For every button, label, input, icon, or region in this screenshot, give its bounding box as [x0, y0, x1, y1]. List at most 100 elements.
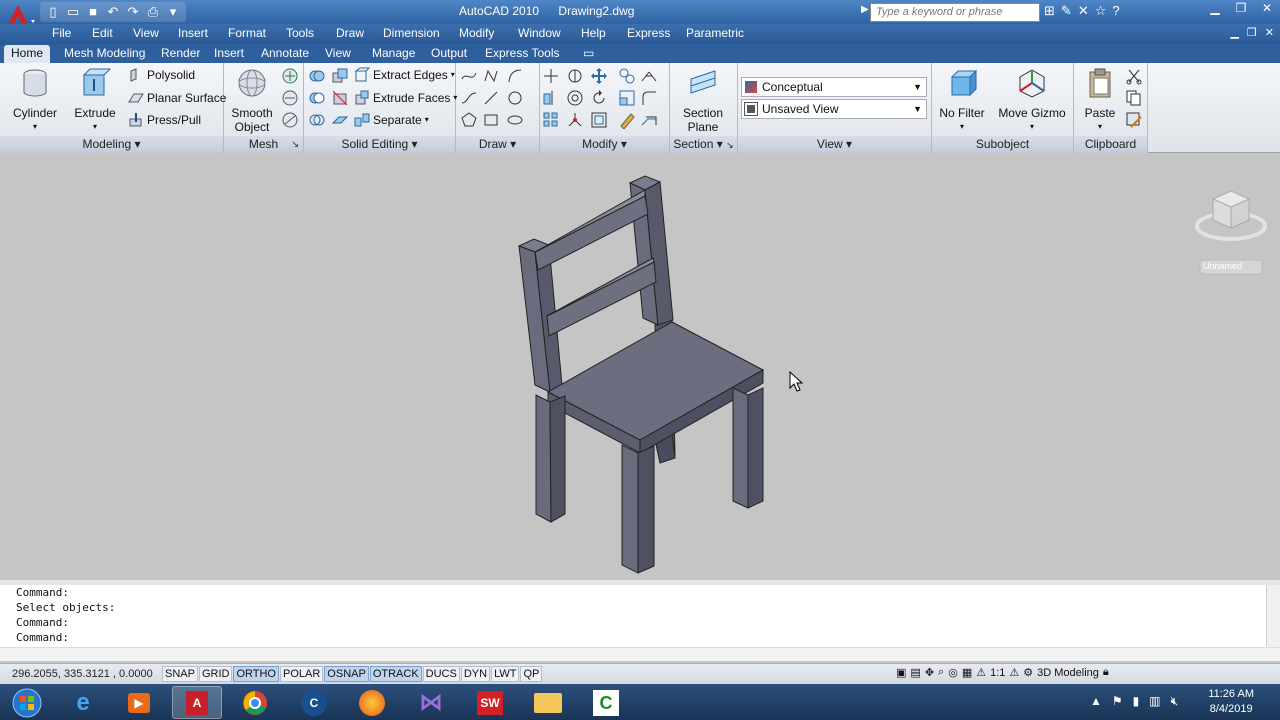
trim-icon[interactable] [640, 67, 658, 85]
cut-icon[interactable] [1125, 67, 1143, 85]
menu-modify[interactable]: Modify [459, 26, 494, 40]
line-icon[interactable] [482, 89, 500, 107]
tab-insert[interactable]: Insert [207, 45, 251, 63]
start-button[interactable] [2, 686, 52, 719]
toggle-polar[interactable]: POLAR [280, 666, 324, 682]
menu-format[interactable]: Format [228, 26, 266, 40]
ellipse-icon[interactable] [506, 111, 524, 129]
3d-polyline-icon[interactable] [482, 67, 500, 85]
menu-file[interactable]: File [52, 26, 71, 40]
search-expand-icon[interactable]: ▶ [861, 4, 869, 15]
minimize-button[interactable]: ▁ [1202, 0, 1228, 18]
move-gizmo-button[interactable]: Move Gizmo ▾ [996, 67, 1068, 134]
command-horizontal-scrollbar[interactable] [0, 647, 1280, 661]
plot-icon[interactable]: ⎙ [144, 3, 162, 21]
union-icon[interactable] [308, 67, 326, 85]
toggle-ortho[interactable]: ORTHO [233, 666, 279, 682]
polyline-icon[interactable] [460, 67, 478, 85]
toggle-qp[interactable]: QP [520, 666, 543, 682]
taskbar-chrome[interactable] [230, 686, 280, 719]
undo-icon[interactable]: ↶ [104, 3, 122, 21]
save-icon[interactable]: ■ [84, 3, 102, 21]
menu-express[interactable]: Express [627, 26, 670, 40]
steeringwheel-icon[interactable]: ◎ [948, 666, 958, 679]
tab-express-tools[interactable]: Express Tools [478, 45, 566, 63]
subtract-icon[interactable] [308, 89, 326, 107]
network-icon[interactable]: ▥ [1149, 694, 1160, 709]
model-space-icon[interactable]: ▣ [896, 666, 906, 679]
menu-dimension[interactable]: Dimension [383, 26, 440, 40]
tab-render[interactable]: Render [154, 45, 207, 63]
toggle-dyn[interactable]: DYN [460, 666, 491, 682]
search-input[interactable]: Type a keyword or phrase [870, 3, 1040, 22]
doc-restore-button[interactable]: ❐ [1247, 26, 1257, 39]
tab-mesh-modeling[interactable]: Mesh Modeling [57, 45, 152, 63]
named-view-dropdown[interactable]: Unsaved View ▼ [741, 99, 927, 119]
toggle-otrack[interactable]: OTRACK [369, 666, 422, 682]
tab-home[interactable]: Home [4, 45, 51, 63]
separate-button[interactable]: Separate ▾ [354, 110, 429, 130]
coordinates-readout[interactable]: 296.2055, 335.3121 , 0.0000 [12, 668, 153, 680]
mesh-smooth-less-icon[interactable] [281, 89, 299, 107]
layout-icon[interactable]: ▤ [910, 666, 920, 679]
battery-icon[interactable]: ▮ [1133, 694, 1140, 709]
toggle-osnap[interactable]: OSNAP [324, 666, 369, 682]
taskbar-camtasia-recorder[interactable]: C [289, 686, 339, 719]
panel-title-mesh[interactable]: Mesh ↘ [224, 136, 303, 153]
panel-title-modeling[interactable]: Modeling ▾ [0, 136, 223, 153]
new-icon[interactable]: ▯ [44, 3, 62, 21]
taskbar-camtasia[interactable]: C [581, 686, 631, 719]
ribbon-minimize-icon[interactable]: ▭ [576, 45, 601, 63]
redo-icon[interactable]: ↷ [124, 3, 142, 21]
binoculars-icon[interactable]: ⊞ [1044, 3, 1055, 19]
menu-view[interactable]: View [133, 26, 159, 40]
panel-title-subobject[interactable]: Subobject [932, 136, 1073, 153]
extract-edges-button[interactable]: Extract Edges ▾ [354, 65, 455, 85]
maximize-button[interactable]: ❐ [1228, 0, 1254, 18]
taskbar-autocad[interactable]: A [172, 686, 222, 719]
extrude-faces-button[interactable]: Extrude Faces ▾ [354, 88, 457, 108]
help-icon[interactable]: ? [1112, 3, 1119, 19]
erase-icon[interactable] [618, 111, 636, 129]
stretch-icon[interactable] [640, 111, 658, 129]
toggle-snap[interactable]: SNAP [162, 666, 198, 682]
tab-annotate[interactable]: Annotate [254, 45, 316, 63]
doc-close-button[interactable]: ✕ [1265, 26, 1274, 39]
taskbar-solidworks[interactable]: SW [465, 686, 515, 719]
menu-tools[interactable]: Tools [286, 26, 314, 40]
command-scrollbar[interactable] [1266, 585, 1280, 647]
taskbar-firefox[interactable] [347, 686, 397, 719]
taskbar-file-explorer[interactable] [523, 686, 573, 719]
clock[interactable]: 11:26 AM 8/4/2019 [1208, 687, 1254, 717]
array-icon[interactable] [542, 111, 560, 129]
annotation-scale-icon[interactable]: ⚠ [976, 666, 986, 679]
offset-icon[interactable] [590, 111, 608, 129]
annotation-visibility-icon[interactable]: ⚠ [1009, 666, 1019, 679]
rotate-icon[interactable] [590, 89, 608, 107]
workspace-switch[interactable]: 3D Modeling [1037, 667, 1099, 679]
subscription-icon[interactable]: ✕ [1078, 3, 1089, 19]
taskbar-ie[interactable]: e [58, 686, 108, 719]
3d-mirror-icon[interactable] [542, 89, 560, 107]
favorites-icon[interactable]: ☆ [1095, 3, 1107, 19]
no-filter-button[interactable]: No Filter ▾ [938, 67, 986, 134]
panel-title-draw[interactable]: Draw ▾ [456, 136, 539, 153]
slice-icon[interactable] [331, 89, 349, 107]
panel-title-view[interactable]: View ▾ [738, 136, 931, 153]
panel-title-solid-editing[interactable]: Solid Editing ▾ [304, 136, 455, 153]
circle-icon[interactable] [506, 89, 524, 107]
thicken-icon[interactable] [331, 111, 349, 129]
press-pull-button[interactable]: Press/Pull [128, 110, 201, 130]
interfere-icon[interactable] [331, 67, 349, 85]
command-window[interactable]: Command: Select objects: Command: Comman… [0, 585, 1266, 647]
rectangle-icon[interactable] [482, 111, 500, 129]
tab-view[interactable]: View [318, 45, 358, 63]
tab-manage[interactable]: Manage [365, 45, 422, 63]
polygon-icon[interactable] [460, 111, 478, 129]
3d-align-icon[interactable] [618, 67, 636, 85]
taskbar-visual-studio[interactable]: ⋈ [406, 686, 456, 719]
cylinder-button[interactable]: Cylinder ▾ [12, 67, 58, 134]
doc-minimize-button[interactable]: ▁ [1230, 26, 1238, 39]
panel-title-clipboard[interactable]: Clipboard [1074, 136, 1147, 153]
annotation-scale[interactable]: 1:1 [990, 667, 1005, 679]
